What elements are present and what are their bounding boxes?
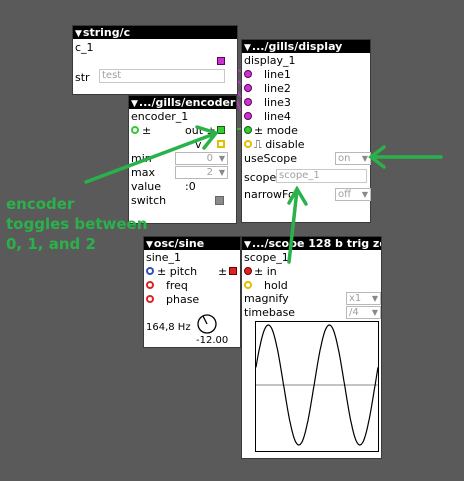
arrow-to-encoder-out [84,132,216,184]
annotation-arrows [84,125,443,264]
